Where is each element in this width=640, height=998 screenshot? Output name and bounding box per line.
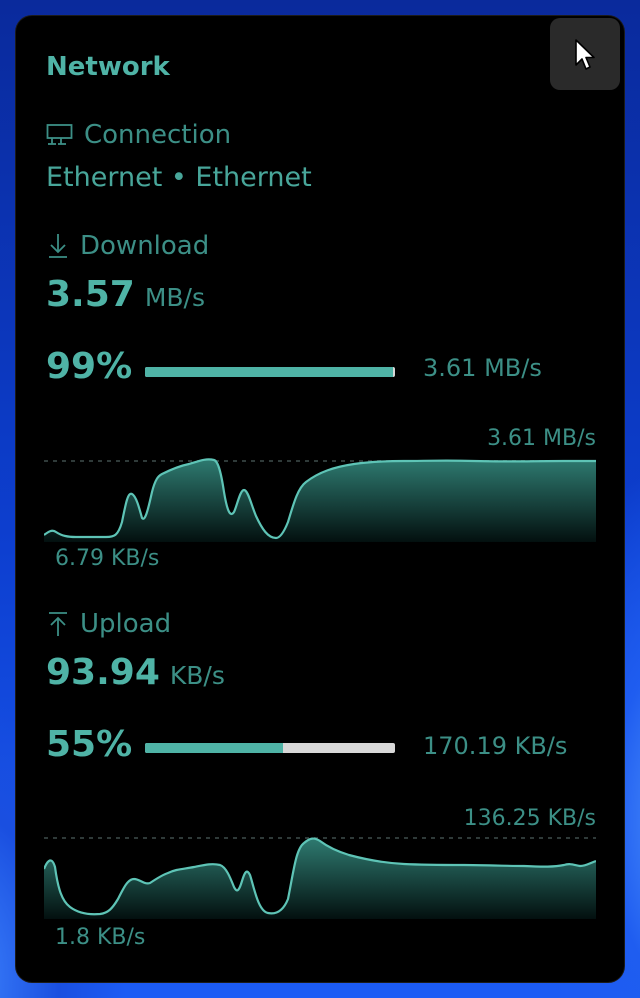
- connection-label-row: Connection: [46, 120, 231, 150]
- download-speed: 3.57 MB/s: [46, 274, 205, 315]
- upload-graph-max: 136.25 KB/s: [463, 806, 596, 831]
- pointer-button[interactable]: [550, 18, 620, 90]
- download-percent: 99%: [46, 346, 133, 387]
- download-label-row: Download: [46, 231, 209, 261]
- connection-label: Connection: [84, 120, 232, 150]
- upload-graph-min: 1.8 KB/s: [55, 925, 146, 950]
- ethernet-icon: [46, 124, 73, 145]
- download-label: Download: [80, 231, 210, 261]
- download-progress-fill: [145, 367, 393, 377]
- download-max-speed: 3.61 MB/s: [423, 354, 542, 382]
- download-graph-min: 6.79 KB/s: [55, 546, 160, 571]
- download-arrow-icon: [49, 234, 67, 258]
- network-widget-panel: Network Connection Ethernet • Ethernet D…: [16, 16, 624, 982]
- upload-label-row: Upload: [46, 609, 171, 639]
- upload-max-speed: 170.19 KB/s: [423, 732, 568, 760]
- widget-title: Network: [46, 52, 170, 82]
- upload-arrow-icon: [49, 612, 67, 636]
- download-speed-value: 3.57: [46, 274, 135, 315]
- upload-graph-area: [44, 838, 596, 919]
- upload-label: Upload: [80, 609, 172, 639]
- upload-percent: 55%: [46, 724, 133, 765]
- connection-value: Ethernet • Ethernet: [46, 162, 312, 193]
- download-progress-track: [145, 367, 395, 377]
- upload-speed-value: 93.94: [46, 652, 160, 693]
- upload-progress-track: [145, 743, 395, 753]
- upload-progress-fill: [145, 743, 283, 753]
- download-graph-max: 3.61 MB/s: [487, 426, 596, 451]
- upload-speed: 93.94 KB/s: [46, 652, 225, 693]
- download-speed-unit: MB/s: [144, 283, 205, 312]
- cursor-icon: [575, 39, 595, 70]
- upload-graph: [44, 837, 596, 919]
- upload-speed-unit: KB/s: [169, 661, 225, 690]
- download-graph: [44, 458, 596, 542]
